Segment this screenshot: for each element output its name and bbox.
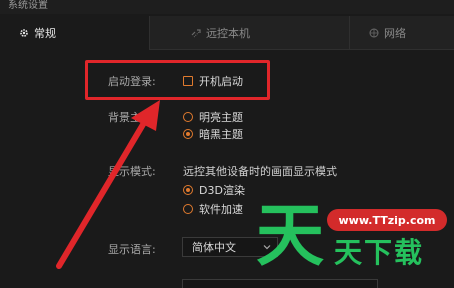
gear-icon [18,27,30,39]
theme-option-light[interactable]: 明亮主题 [183,109,243,125]
language-value: 简体中文 [192,241,236,254]
theme-dark-label: 暗黑主题 [199,128,243,141]
theme-label: 背景主题: [108,111,156,124]
tab-remote-label: 远控本机 [206,27,250,40]
tab-bar: 常规 远控本机 网络 [0,16,454,50]
radio-light[interactable] [183,112,193,122]
tab-general-label: 常规 [34,27,56,40]
display-d3d-label: D3D渲染 [199,184,245,197]
radio-software[interactable] [183,204,193,214]
network-icon [368,27,380,39]
display-option-software[interactable]: 软件加速 [183,201,243,217]
radio-dark[interactable] [183,129,193,139]
display-software-label: 软件加速 [199,203,243,216]
display-option-d3d[interactable]: D3D渲染 [183,182,245,198]
tab-remote-control[interactable]: 远控本机 [150,16,350,50]
watermark-sub: 天下载 [334,236,425,269]
tab-network[interactable]: 网络 [350,16,454,50]
watermark: 天 www.TTzip.com 天下载 [254,200,454,288]
remote-icon [190,27,202,39]
theme-option-dark[interactable]: 暗黑主题 [183,126,243,142]
title-bar: 系统设置 [0,0,454,14]
radio-d3d[interactable] [183,185,193,195]
language-label: 显示语言: [108,243,156,256]
tab-network-label: 网络 [384,27,406,40]
display-mode-description: 远控其他设备时的画面显示模式 [183,165,337,178]
display-mode-label: 显示模式: [108,165,156,178]
tab-general[interactable]: 常规 [0,16,150,50]
theme-light-label: 明亮主题 [199,111,243,124]
watermark-big-char: 天 [256,197,325,276]
highlight-box [85,60,270,100]
window-title: 系统设置 [8,0,48,11]
watermark-url: www.TTzip.com [327,209,447,231]
